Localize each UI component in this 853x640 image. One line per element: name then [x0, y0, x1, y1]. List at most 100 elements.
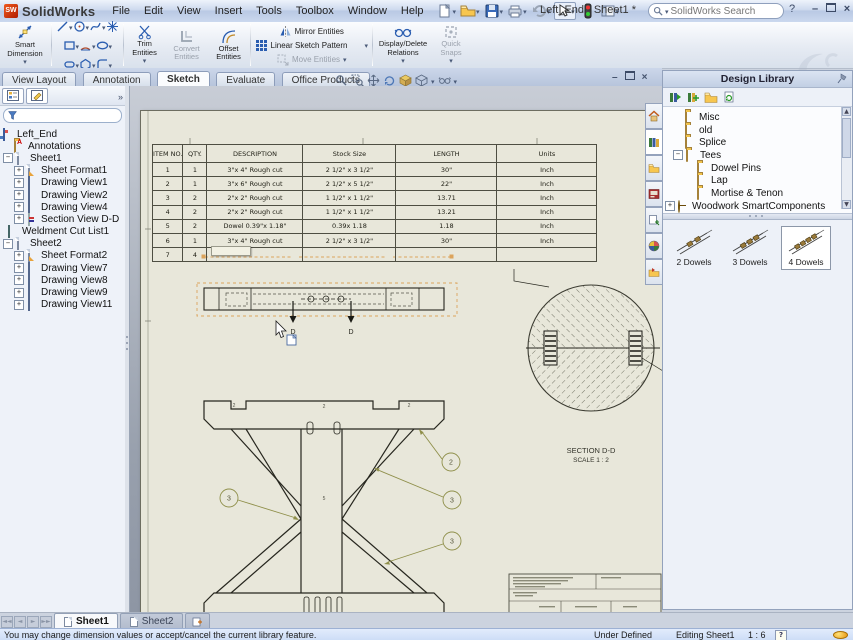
bom-row[interactable]: 213"x 6" Rough cut2 1/2" x 5 1/2"22"Inch: [153, 177, 597, 191]
convert-entities-button[interactable]: Convert Entities: [168, 29, 206, 62]
expand-toggle[interactable]: [14, 263, 24, 273]
quick-snaps-button[interactable]: Quick Snaps: [435, 24, 467, 65]
tag-icon[interactable]: [833, 631, 848, 639]
display-style-icon[interactable]: [415, 74, 428, 87]
taskpane-tab-appearances[interactable]: [645, 233, 662, 259]
expand-toggle[interactable]: [665, 201, 675, 211]
new-dropdown[interactable]: [453, 5, 457, 17]
library-folder-old[interactable]: old: [663, 124, 852, 137]
point-tool[interactable]: [106, 20, 119, 33]
help-button[interactable]: [785, 3, 799, 15]
search-scope-dropdown[interactable]: [665, 6, 669, 17]
refresh-button[interactable]: [722, 90, 736, 104]
first-sheet-button[interactable]: ◄◄: [1, 616, 13, 628]
tree-item-drawing-view9[interactable]: Drawing View9: [0, 286, 125, 298]
menu-window[interactable]: Window: [341, 3, 394, 19]
offset-entities-button[interactable]: Offset Entities: [212, 29, 246, 62]
expand-toggle[interactable]: [14, 214, 24, 224]
scroll-down-arrow[interactable]: ▼: [842, 200, 851, 209]
library-component-3-dowels[interactable]: 3 Dowels: [725, 226, 775, 270]
rectangle-tool[interactable]: [63, 36, 80, 54]
close-button[interactable]: [840, 3, 853, 15]
sheet2-collapse-toggle[interactable]: [3, 239, 13, 249]
expand-toggle[interactable]: [14, 275, 24, 285]
expand-toggle[interactable]: [14, 166, 24, 176]
prev-sheet-button[interactable]: ◄: [14, 616, 26, 628]
taskpane-tab-search[interactable]: [645, 207, 662, 233]
taskpane-tab-file-explorer[interactable]: [645, 155, 662, 181]
library-folder-lap[interactable]: Lap: [663, 174, 852, 187]
display-delete-relations-button[interactable]: Display/Delete Relations: [377, 24, 429, 65]
hide-show-items-icon[interactable]: [438, 74, 451, 87]
expand-toggle[interactable]: [14, 178, 24, 188]
add-file-location-button[interactable]: [686, 90, 700, 104]
panel-splitter[interactable]: [125, 86, 130, 612]
ellipse-dropdown[interactable]: [109, 36, 113, 54]
sheet-tab-sheet1[interactable]: Sheet1: [54, 613, 118, 629]
rotate-view-icon[interactable]: [383, 74, 396, 87]
bom-row[interactable]: 422"x 2" Rough cut1 1/2" x 1 1/2"13.21In…: [153, 205, 597, 219]
save-dropdown[interactable]: [500, 5, 504, 17]
zoom-area-icon[interactable]: [351, 74, 364, 87]
expand-toggle[interactable]: [14, 251, 24, 261]
tree-item-annotations[interactable]: Annotations: [0, 140, 125, 152]
add-to-library-button[interactable]: [668, 90, 682, 104]
sheet1-collapse-toggle[interactable]: [3, 153, 13, 163]
move-entities-dropdown[interactable]: [343, 55, 347, 64]
new-folder-button[interactable]: [704, 90, 718, 104]
library-pane-splitter[interactable]: [663, 214, 852, 220]
expand-toggle[interactable]: [14, 202, 24, 212]
plank-drawing-view[interactable]: D D: [197, 283, 457, 336]
library-tree-scrollbar[interactable]: ▲ ▼: [841, 107, 852, 209]
smart-dimension-button[interactable]: Smart Dimension: [3, 23, 47, 66]
propertymanager-tab[interactable]: [26, 88, 48, 104]
ellipse-tool[interactable]: [96, 36, 113, 54]
trim-dropdown[interactable]: [143, 57, 147, 66]
taskpane-tab-home[interactable]: [645, 103, 662, 129]
library-component-2-dowels[interactable]: 2 Dowels: [669, 226, 719, 270]
minimize-button[interactable]: [808, 3, 822, 15]
zoom-fit-icon[interactable]: [335, 74, 348, 87]
doc-minimize-button[interactable]: [612, 72, 618, 83]
maximize-button[interactable]: [824, 3, 838, 15]
bom-table[interactable]: ITEM NO. QTY. DESCRIPTION Stock Size LEN…: [152, 144, 597, 262]
last-sheet-button[interactable]: ►►: [40, 616, 52, 628]
line-tool[interactable]: [56, 17, 73, 35]
section-view-dd-detail[interactable]: SECTION D-D SCALE 1 : 2: [514, 269, 662, 464]
menu-edit[interactable]: Edit: [137, 3, 170, 19]
tree-filter-input[interactable]: [3, 108, 122, 123]
smart-dimension-dropdown[interactable]: [23, 58, 27, 67]
new-button[interactable]: [437, 3, 457, 19]
drawing-sheet[interactable]: D D: [140, 110, 662, 612]
tree-item-weldment-cut-list[interactable]: Weldment Cut List1: [0, 226, 125, 238]
library-folder-dowel-pins[interactable]: Dowel Pins: [663, 162, 852, 175]
tree-item-sheet-format1[interactable]: Sheet Format1: [0, 165, 125, 177]
scroll-up-arrow[interactable]: ▲: [842, 107, 851, 116]
pin-icon[interactable]: [837, 73, 848, 84]
search-input[interactable]: SolidWorks Search: [648, 3, 784, 19]
pan-icon[interactable]: [367, 74, 380, 87]
add-sheet-tab[interactable]: [185, 613, 210, 629]
balloon-callouts[interactable]: [220, 429, 461, 565]
library-folder-misc[interactable]: Misc: [663, 111, 852, 124]
graphics-area[interactable]: D D: [125, 86, 662, 612]
quick-snaps-dropdown[interactable]: [449, 57, 453, 66]
print-button[interactable]: [507, 3, 527, 19]
library-item-woodwork-smartcomponents[interactable]: Woodwork SmartComponents: [663, 200, 852, 213]
menu-insert[interactable]: Insert: [208, 3, 250, 19]
linear-pattern-dropdown[interactable]: [364, 41, 368, 50]
open-dropdown[interactable]: [476, 5, 480, 17]
tree-item-sheet2[interactable]: Sheet2: [0, 238, 125, 250]
display-delete-dropdown[interactable]: [401, 57, 405, 66]
tree-item-drawing-view1[interactable]: Drawing View1: [0, 177, 125, 189]
tree-item-drawing-view8[interactable]: Drawing View8: [0, 274, 125, 286]
bom-row[interactable]: 52Dowel 0.39"x 1.18"0.39x 1.181.18Inch: [153, 219, 597, 233]
bom-row[interactable]: 322"x 2" Rough cut1 1/2" x 1 1/2"13.71In…: [153, 191, 597, 205]
library-component-4-dowels[interactable]: 4 Dowels: [781, 226, 831, 270]
spline-tool[interactable]: [89, 17, 106, 35]
print-dropdown[interactable]: [523, 5, 527, 17]
circle-tool[interactable]: [73, 17, 90, 35]
tree-item-sheet1[interactable]: Sheet1: [0, 152, 125, 164]
quick-tips-icon[interactable]: [775, 630, 787, 640]
scroll-thumb[interactable]: [842, 118, 851, 158]
